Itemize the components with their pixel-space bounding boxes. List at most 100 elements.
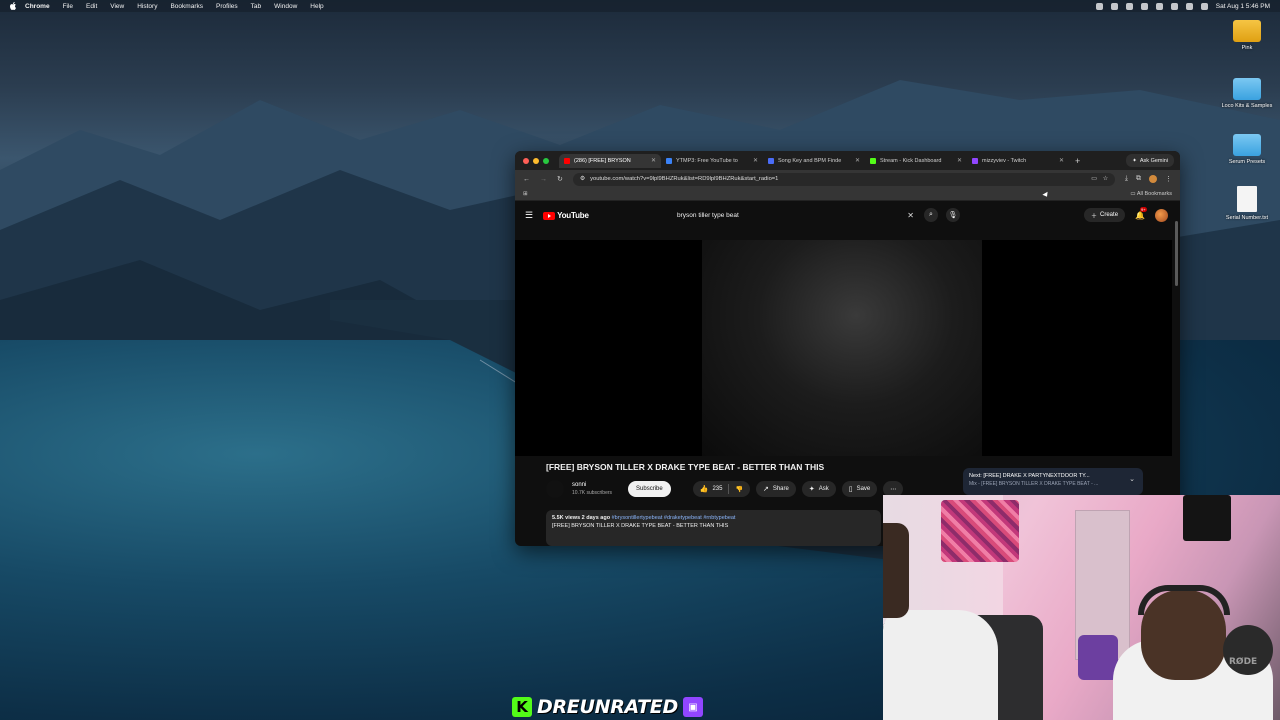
desktop-icon-serial-number[interactable]: Serial Number.txt — [1217, 186, 1277, 221]
bookmark-star-icon[interactable]: ☆ — [1103, 176, 1108, 182]
bookmark-icon: ▯ — [848, 486, 853, 493]
subscribe-button[interactable]: Subscribe — [628, 481, 671, 497]
ask-gemini-button[interactable]: ✦ Ask Gemini — [1126, 154, 1174, 167]
menu-app-chrome[interactable]: Chrome — [25, 3, 50, 10]
close-tab-icon[interactable]: ✕ — [651, 157, 656, 164]
tab-kick-dashboard[interactable]: Stream - Kick Dashboard ✕ — [865, 154, 967, 168]
microphone-icon[interactable]: 🎙 — [946, 208, 960, 222]
channel-info: sonni 10.7K subscribers — [572, 481, 612, 497]
close-tab-icon[interactable]: ✕ — [1059, 157, 1064, 164]
status-icon-3[interactable] — [1125, 2, 1133, 10]
menu-profiles[interactable]: Profiles — [216, 3, 238, 10]
youtube-logo[interactable]: YouTube — [543, 211, 589, 220]
status-icon-1[interactable] — [1095, 2, 1103, 10]
share-button[interactable]: ↗ Share — [755, 481, 796, 497]
status-icon-2[interactable] — [1110, 2, 1118, 10]
all-bookmarks-button[interactable]: ▭ All Bookmarks — [1130, 191, 1172, 197]
menu-edit[interactable]: Edit — [86, 3, 97, 10]
create-button[interactable]: ＋ Create — [1084, 208, 1126, 222]
wifi-icon[interactable] — [1155, 2, 1163, 10]
site-info-icon[interactable]: ⚙ — [580, 176, 585, 182]
close-tab-icon[interactable]: ✕ — [753, 157, 758, 164]
like-count[interactable]: 235 — [712, 486, 722, 492]
desktop-icon-serum-presets[interactable]: Serum Presets — [1217, 134, 1277, 165]
control-center-icon[interactable] — [1200, 2, 1208, 10]
download-icon[interactable]: ⤓ — [1125, 175, 1128, 183]
search-icon[interactable]: ⌕ — [924, 208, 938, 222]
tab-youtube[interactable]: (286) [FREE] BRYSON ✕ — [559, 153, 661, 168]
video-frame — [702, 240, 982, 456]
youtube-header-actions: ＋ Create 🔔 9+ — [1084, 206, 1168, 222]
menu-tab[interactable]: Tab — [251, 3, 261, 10]
desktop-icon-loco-kits[interactable]: Loco Kits & Samples — [1217, 78, 1277, 109]
menu-history[interactable]: History — [137, 3, 157, 10]
webcam-purple-object — [1078, 635, 1118, 680]
cast-icon[interactable]: ▭ — [1091, 176, 1096, 182]
apple-icon[interactable] — [9, 2, 17, 10]
extensions-icon[interactable]: ⧉ — [1136, 175, 1141, 183]
sparkle-icon: ✦ — [808, 486, 815, 493]
channel-name[interactable]: sonni — [572, 481, 612, 489]
close-window-button[interactable] — [523, 157, 529, 164]
channel-avatar[interactable] — [546, 480, 564, 498]
desktop-icon-label: Pink — [1241, 45, 1253, 51]
clear-search-icon[interactable]: ✕ — [907, 211, 914, 220]
ask-gemini-label: Ask Gemini — [1139, 157, 1168, 164]
desktop-icon-pink[interactable]: Pink — [1217, 20, 1277, 51]
twitch-logo-icon: ▣ — [682, 697, 703, 717]
ask-button[interactable]: ✦ Ask — [801, 481, 836, 497]
new-tab-button[interactable]: + — [1075, 156, 1080, 166]
forward-icon[interactable]: → — [540, 176, 547, 183]
menu-file[interactable]: File — [63, 3, 73, 10]
webcam-microphone — [1223, 625, 1273, 675]
menu-help[interactable]: Help — [310, 3, 323, 10]
reload-icon[interactable]: ↻ — [557, 175, 563, 183]
songkey-favicon-icon — [768, 157, 774, 164]
video-player[interactable] — [515, 240, 1172, 456]
battery-icon[interactable] — [1170, 2, 1178, 10]
back-icon[interactable]: ← — [523, 176, 530, 183]
page-scrollbar[interactable] — [1175, 221, 1178, 286]
address-bar: ← → ↻ ⚙ youtube.com/watch?v=9lpl9BHZRuk&… — [515, 170, 1180, 188]
chevron-down-icon[interactable]: ⌄ — [1129, 476, 1135, 484]
close-tab-icon[interactable]: ✕ — [957, 157, 962, 164]
video-title: [FREE] BRYSON TILLER X DRAKE TYPE BEAT -… — [546, 462, 825, 472]
status-icon-4[interactable] — [1140, 2, 1148, 10]
menu-view[interactable]: View — [110, 3, 124, 10]
notifications-bell-icon[interactable]: 🔔 9+ — [1135, 206, 1147, 220]
minimize-window-button[interactable] — [533, 157, 539, 164]
thumbs-up-icon[interactable]: 👍 — [700, 485, 709, 493]
video-description[interactable]: 5.5K views 2 days ago #brysontillertypeb… — [546, 510, 881, 546]
close-tab-icon[interactable]: ✕ — [855, 157, 860, 164]
zoom-window-button[interactable] — [543, 157, 549, 164]
share-icon: ↗ — [762, 486, 769, 493]
save-button[interactable]: ▯ Save — [841, 481, 878, 497]
hashtags[interactable]: #brysontillertypebeat #draketypebeat #rn… — [612, 515, 736, 521]
tab-twitch[interactable]: mizzyviev - Twitch ✕ — [967, 154, 1069, 168]
ask-label: Ask — [818, 486, 829, 492]
menu-bookmarks[interactable]: Bookmarks — [170, 3, 203, 10]
menu-hamburger-icon[interactable]: ☰ — [525, 210, 533, 221]
search-box: bryson tiller type beat ✕ ⌕ 🎙 — [675, 207, 960, 223]
search-input[interactable]: bryson tiller type beat — [677, 212, 739, 219]
youtube-account-avatar[interactable] — [1155, 208, 1168, 222]
tab-song-key[interactable]: Song Key and BPM Finde ✕ — [763, 154, 865, 168]
folder-icon — [1233, 20, 1261, 42]
mic-brand-label: RØDE — [1229, 657, 1258, 667]
youtube-favicon-icon — [564, 157, 570, 164]
menu-window[interactable]: Window — [274, 3, 297, 10]
youtube-play-icon — [543, 211, 556, 220]
profile-avatar[interactable] — [1149, 175, 1157, 183]
chrome-menu-icon[interactable]: ⋮ — [1165, 175, 1172, 183]
menubar-clock[interactable]: Sat Aug 1 5:46 PM — [1216, 3, 1270, 10]
spotlight-icon[interactable] — [1185, 2, 1193, 10]
desktop-icon-label: Serum Presets — [1228, 159, 1266, 165]
thumbs-down-icon[interactable]: 👎 — [735, 486, 742, 493]
apps-grid-icon[interactable]: ⊞ — [523, 191, 528, 197]
tab-ytmp3[interactable]: YTMP3: Free YouTube to ✕ — [661, 154, 763, 168]
twitch-favicon-icon — [972, 157, 978, 164]
next-up-card[interactable]: Next: [FREE] DRAKE X PARTYNEXTDOOR TY...… — [963, 468, 1143, 495]
url-field[interactable]: ⚙ youtube.com/watch?v=9lpl9BHZRuk&list=R… — [572, 172, 1115, 186]
kick-favicon-icon — [870, 157, 876, 164]
window-controls — [523, 157, 549, 164]
